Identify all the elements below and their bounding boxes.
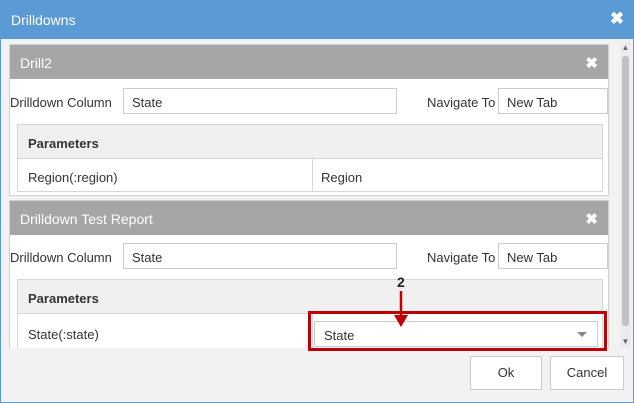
drilldowns-dialog: Drilldowns ✖ Drill2 ✖ Drilldown Column S…: [0, 0, 634, 403]
dialog-footer: Ok Cancel: [1, 351, 633, 402]
dialog-titlebar: Drilldowns ✖: [1, 1, 633, 39]
drilldown-panel-header: Drilldown Test Report ✖: [10, 201, 608, 235]
drilldown-column-input[interactable]: State: [123, 243, 397, 269]
drilldown-column-label: Drilldown Column: [10, 95, 112, 110]
annotation-highlight-box: [308, 311, 607, 351]
remove-drilldown-icon[interactable]: ✖: [585, 54, 598, 72]
ok-button[interactable]: Ok: [470, 356, 542, 390]
navigate-to-label: Navigate To: [427, 250, 496, 265]
drilldown-column-input[interactable]: State: [123, 88, 397, 114]
drilldown-panel-drill2: Drill2 ✖ Drilldown Column State Navigate…: [9, 44, 609, 196]
drilldown-panel-header: Drill2 ✖: [10, 45, 608, 79]
vertical-scrollbar[interactable]: ▲ ▼: [620, 42, 631, 348]
scroll-down-icon[interactable]: ▼: [620, 336, 631, 348]
parameters-header-label: Parameters: [28, 291, 99, 306]
navigate-to-input[interactable]: New Tab: [498, 243, 608, 269]
annotation-arrow-icon: [394, 291, 408, 327]
parameters-header: Parameters: [18, 125, 602, 159]
drilldown-panel-title: Drilldown Test Report: [20, 211, 153, 227]
cancel-button[interactable]: Cancel: [550, 356, 624, 390]
drilldown-panel-title: Drill2: [20, 55, 52, 71]
navigate-to-input[interactable]: New Tab: [498, 88, 608, 114]
parameters-header: Parameters: [18, 280, 602, 314]
scrollbar-thumb[interactable]: [622, 56, 629, 326]
parameter-value[interactable]: Region: [321, 170, 362, 185]
navigate-to-label: Navigate To: [427, 95, 496, 110]
parameter-name: State(:state): [28, 327, 99, 342]
remove-drilldown-icon[interactable]: ✖: [585, 210, 598, 228]
parameters-header-label: Parameters: [28, 136, 99, 151]
dialog-close-icon[interactable]: ✖: [609, 10, 625, 27]
parameter-name: Region(:region): [28, 170, 118, 185]
scroll-up-icon[interactable]: ▲: [620, 42, 631, 54]
annotation-step-number: 2: [397, 274, 405, 290]
drilldowns-content: Drill2 ✖ Drilldown Column State Navigate…: [9, 42, 617, 348]
drilldown-column-label: Drilldown Column: [10, 250, 112, 265]
parameters-table: Parameters Region(:region) Region: [17, 124, 603, 192]
parameter-divider: [312, 159, 313, 191]
dialog-title: Drilldowns: [11, 12, 76, 28]
